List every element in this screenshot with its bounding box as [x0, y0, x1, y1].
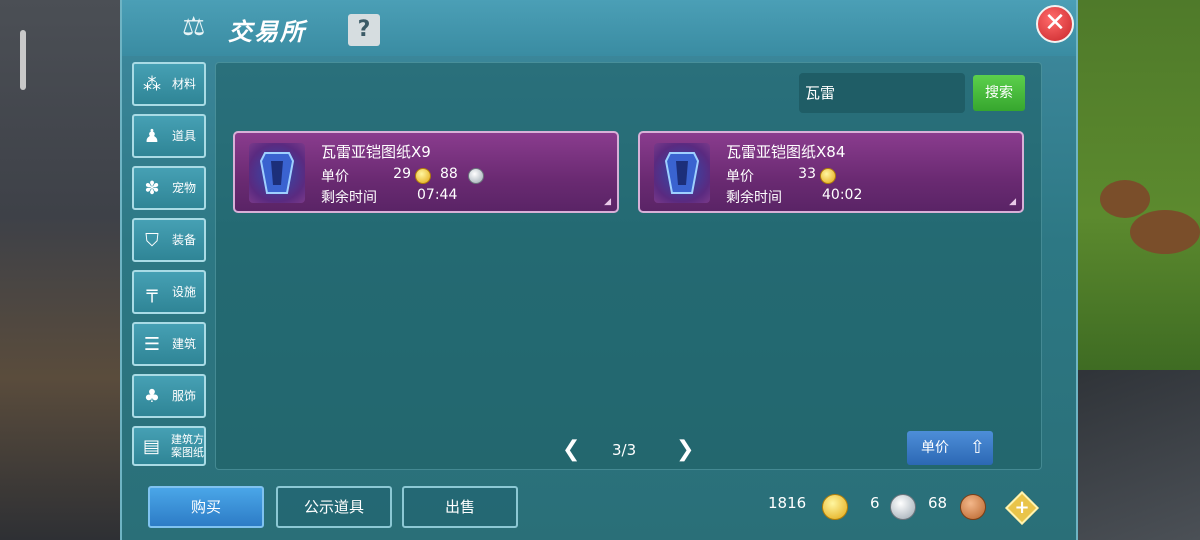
armor-blueprint-icon [259, 152, 295, 194]
equipment-icon: ⛉ [145, 229, 159, 251]
tab-buy[interactable]: 购买 [148, 486, 264, 528]
prev-page-button[interactable]: ❮ [562, 437, 580, 462]
sidebar-item-label: 道具 [172, 128, 197, 143]
scene-rock [1100, 180, 1150, 218]
building-icon: ☰ [143, 333, 161, 355]
title-bar: ⚖ 交易所 ? ✕ [122, 0, 1076, 56]
sidebar-item-label: 装备 [172, 232, 197, 247]
tab-sell[interactable]: 出售 [402, 486, 518, 528]
time-left-label: 剩余时间 [726, 190, 782, 206]
scene-beam [20, 30, 26, 90]
time-left-label: 剩余时间 [321, 190, 377, 206]
page-indicator: 3/3 [612, 441, 637, 459]
listing-card[interactable]: 瓦雷亚铠图纸X84 单价 33 剩余时间 40:02 ◢ [638, 131, 1024, 213]
blueprint-icon: ▤ [142, 435, 160, 457]
background-scene-right [1070, 0, 1200, 540]
corner-mark-icon: ◢ [604, 197, 611, 207]
armor-blueprint-icon [664, 152, 700, 194]
gold-coin-icon [415, 168, 431, 184]
paw-icon: ✽ [144, 177, 160, 199]
sidebar-item-label: 服饰 [172, 388, 197, 403]
search-input[interactable]: 瓦雷 [799, 73, 965, 113]
sidebar-item-clothing[interactable]: ♣ 服饰 [132, 374, 206, 418]
corner-mark-icon: ◢ [1009, 197, 1016, 207]
arrow-up-icon: ⇧ [969, 437, 985, 458]
sidebar-item-facility[interactable]: ╤ 设施 [132, 270, 206, 314]
price-label: 单价 [726, 169, 754, 185]
gold-price: 33 [798, 166, 816, 182]
item-thumbnail [249, 143, 305, 203]
listing-panel: 瓦雷 搜索 瓦雷亚铠图纸X9 单价 29 88 剩余时间 07:44 ◢ 瓦雷亚… [215, 62, 1042, 470]
item-name: 瓦雷亚铠图纸X9 [321, 143, 431, 161]
add-currency-button[interactable]: + [1005, 491, 1039, 525]
sort-button-label: 单价 [921, 440, 949, 456]
window-title: 交易所 [228, 18, 306, 46]
exchange-window: ⚖ 交易所 ? ✕ ⁂ 材料 ♟ 道具 ✽ 宠物 ⛉ 装备 ╤ 设施 ☰ 建筑 [120, 0, 1078, 540]
clothing-icon: ♣ [143, 385, 161, 407]
listing-card[interactable]: 瓦雷亚铠图纸X9 单价 29 88 剩余时间 07:44 ◢ [233, 131, 619, 213]
item-thumbnail [654, 143, 710, 203]
sidebar-item-blueprint[interactable]: ▤ 建筑方 案图纸 [132, 426, 206, 466]
sidebar-item-props[interactable]: ♟ 道具 [132, 114, 206, 158]
materials-icon: ⁂ [143, 73, 161, 95]
facility-icon: ╤ [146, 281, 158, 303]
sidebar-item-pets[interactable]: ✽ 宠物 [132, 166, 206, 210]
scene-wall [1070, 370, 1200, 540]
time-left-value: 40:02 [822, 187, 863, 203]
time-left-value: 07:44 [417, 187, 458, 203]
scales-icon: ⚖ [182, 12, 206, 42]
sidebar-item-label: 设施 [172, 284, 197, 299]
pagination: ❮ 3/3 ❯ [556, 437, 696, 463]
sidebar-item-materials[interactable]: ⁂ 材料 [132, 62, 206, 106]
background-scene-left [0, 0, 125, 540]
sidebar-item-label: 建筑 [172, 336, 197, 351]
scene-rock [1130, 210, 1200, 254]
sidebar-item-equipment[interactable]: ⛉ 装备 [132, 218, 206, 262]
props-icon: ♟ [143, 125, 161, 147]
silver-coin-icon [468, 168, 484, 184]
price-label: 单价 [321, 169, 349, 185]
search-button[interactable]: 搜索 [973, 75, 1025, 111]
next-page-button[interactable]: ❯ [676, 437, 694, 462]
silver-coin-icon [890, 494, 916, 520]
gold-coin-icon [822, 494, 848, 520]
sort-by-price-button[interactable]: 单价 ⇧ [907, 431, 993, 465]
silver-balance: 6 [870, 494, 880, 512]
help-button[interactable]: ? [348, 14, 380, 46]
close-button[interactable]: ✕ [1036, 5, 1074, 43]
bronze-balance: 68 [928, 494, 948, 512]
sidebar-item-label: 宠物 [172, 180, 197, 195]
tab-public-items[interactable]: 公示道具 [276, 486, 392, 528]
sidebar-item-label: 材料 [172, 76, 197, 91]
category-sidebar: ⁂ 材料 ♟ 道具 ✽ 宠物 ⛉ 装备 ╤ 设施 ☰ 建筑 ♣ 服饰 ▤ 建筑方 [132, 62, 208, 474]
sidebar-item-label: 建筑方 案图纸 [171, 433, 204, 459]
sidebar-item-building[interactable]: ☰ 建筑 [132, 322, 206, 366]
item-name: 瓦雷亚铠图纸X84 [726, 143, 846, 161]
plus-icon: + [1014, 497, 1030, 518]
gold-balance: 1816 [768, 494, 807, 512]
silver-price: 88 [440, 166, 458, 182]
bronze-coin-icon [960, 494, 986, 520]
gold-coin-icon [820, 168, 836, 184]
gold-price: 29 [393, 166, 411, 182]
